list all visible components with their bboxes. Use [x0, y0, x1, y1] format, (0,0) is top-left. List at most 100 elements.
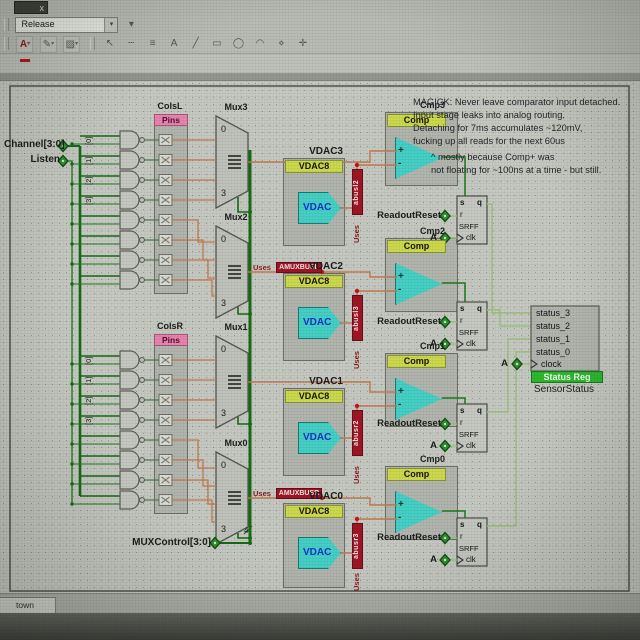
cmp3-plus: +	[398, 145, 404, 156]
line-tool-icon[interactable]: ╱	[188, 36, 203, 51]
cmp1-header: Comp	[387, 355, 446, 368]
toolbar-overflow-icon[interactable]: ▾	[124, 17, 139, 32]
bus-tool-icon[interactable]: ≡	[145, 36, 160, 51]
arc-tool-icon[interactable]: ◠	[252, 36, 267, 51]
bus-tap-label: [3]	[84, 407, 93, 425]
ellipse-tool-icon[interactable]: ◯	[231, 36, 246, 51]
mux2-title: Mux2	[216, 212, 256, 222]
toolbar-config: Release ▾ ▾	[0, 15, 640, 35]
annotation-line: Detaching for 7ms accumulates ~120mV,	[413, 122, 620, 135]
mux1-top-index: 0	[221, 344, 226, 354]
readoutreset-label[interactable]: ReadoutReset	[361, 418, 441, 429]
toolbar-grip3	[90, 37, 95, 50]
colsr-pins-block[interactable]	[154, 334, 188, 514]
clk-terminal-label[interactable]: A	[411, 338, 437, 349]
status-reg-input-3: status_3	[536, 308, 570, 318]
vdac2-header: VDAC8	[285, 275, 343, 288]
annotation-line: MAGICK: Never leave comparator input det…	[413, 96, 620, 109]
mux3-title: Mux3	[216, 102, 256, 112]
bus-tap-label: [2]	[84, 387, 93, 405]
clk-terminal-label[interactable]: A	[411, 232, 437, 243]
srff0-r: r	[460, 532, 463, 541]
select-tool-icon[interactable]: ↖	[102, 36, 117, 51]
colsr-pins-header: Pins	[154, 334, 188, 346]
status-reg-caption: SensorStatus	[534, 384, 594, 395]
readoutreset-label[interactable]: ReadoutReset	[361, 316, 441, 327]
srff0-clk: clk	[466, 555, 476, 564]
cmp3-minus: -	[398, 158, 401, 169]
muxcontrol-terminal-label[interactable]: MUXControl[3:0]	[121, 537, 211, 548]
srff3-name: SRFF	[459, 222, 479, 231]
status-clock-terminal-label[interactable]: A	[492, 358, 508, 369]
bus-tap-label: [0]	[84, 127, 93, 145]
bus-tap-label: [0]	[84, 347, 93, 365]
config-selector[interactable]: Release ▾	[15, 17, 118, 33]
colsl-pins-block[interactable]	[154, 114, 188, 294]
srff1-s: s	[460, 406, 464, 415]
srff0-q: q	[477, 520, 482, 529]
annotation-line: Input stage leaks into analog routing.	[413, 109, 620, 122]
polygon-tool-icon[interactable]: ⋄	[274, 36, 289, 51]
cmp2-plus: +	[398, 271, 404, 282]
srff1-q: q	[477, 406, 482, 415]
cmp1-minus: -	[398, 399, 401, 410]
status-reg-input-1: status_1	[536, 334, 570, 344]
chevron-down-icon[interactable]: ▾	[104, 18, 117, 32]
annotation-line: not floating for ~100ns at a time - but …	[413, 164, 620, 177]
vdac3-header: VDAC8	[285, 160, 343, 173]
config-selector-value: Release	[21, 19, 54, 29]
vdac0-uses-net-tag[interactable]: abusr3	[352, 523, 363, 569]
vdac0-header: VDAC8	[285, 505, 343, 518]
vdac1-uses-label: Uses	[352, 458, 361, 484]
cross-tool-icon[interactable]: ✛	[295, 36, 310, 51]
readoutreset-label[interactable]: ReadoutReset	[361, 532, 441, 543]
amuxbusr-uses-label: Uses	[253, 489, 271, 498]
bus-tap-label: [1]	[84, 367, 93, 385]
bus-width-marker: 4	[244, 526, 248, 535]
toolbar-grip2	[4, 37, 9, 50]
vdac1-title: VDAC1	[283, 376, 343, 387]
vdac0-uses-label: Uses	[352, 571, 361, 591]
srff2-q: q	[477, 304, 482, 313]
status-reg-input-2: status_2	[536, 321, 570, 331]
page-tabbar: town	[0, 593, 640, 614]
cmp2-minus: -	[398, 284, 401, 295]
bus-tap-label: [1]	[84, 147, 93, 165]
vdac0-title: VDAC0	[283, 491, 343, 502]
mux2-bottom-index: 3	[221, 298, 226, 308]
srff2-r: r	[460, 316, 463, 325]
text-tool-icon[interactable]: A	[167, 36, 182, 51]
cmp0-title: Cmp0	[385, 454, 445, 464]
clk-terminal-label[interactable]: A	[411, 440, 437, 451]
mux0-title: Mux0	[216, 438, 256, 448]
font-color-button[interactable]: A▾	[16, 36, 33, 53]
channel-terminal-label[interactable]: Channel[3:0]	[4, 139, 60, 150]
srff3-clk: clk	[466, 233, 476, 242]
colsl-title: ColsL	[150, 101, 190, 111]
wire-tool-icon[interactable]: ┄	[124, 36, 139, 51]
cmp0-minus: -	[398, 512, 401, 523]
psoc-creator-window: x Release ▾ ▾ A▾ ✎▾ ▨▾ ↖ ┄ ≡ A ╱ ▭ ◯ ◠ ⋄…	[0, 0, 640, 640]
fill-color-button[interactable]: ▨▾	[63, 36, 80, 53]
tabbar-shadow	[0, 73, 640, 81]
vdac1-uses-net-tag[interactable]: abusr2	[352, 410, 363, 456]
readoutreset-label[interactable]: ReadoutReset	[361, 210, 441, 221]
toolbar-grip	[4, 18, 9, 31]
pen-color-button[interactable]: ✎▾	[40, 36, 57, 53]
status-reg-footer[interactable]: Status Reg	[531, 371, 603, 383]
srff1-r: r	[460, 418, 463, 427]
mux2-top-index: 0	[221, 234, 226, 244]
cmp0-header: Comp	[387, 468, 446, 481]
bus-tap-label: [2]	[84, 167, 93, 185]
srff3-r: r	[460, 210, 463, 219]
vdac1-header: VDAC8	[285, 390, 343, 403]
mux3-bottom-index: 3	[221, 188, 226, 198]
mux1-bottom-index: 3	[221, 408, 226, 418]
vdac3-uses-net-tag[interactable]: abusl2	[352, 169, 363, 215]
rect-tool-icon[interactable]: ▭	[210, 36, 225, 51]
clk-terminal-label[interactable]: A	[411, 554, 437, 565]
annotation-line: ^ mostly because Comp+ was	[413, 151, 620, 164]
listen-terminal-label[interactable]: Listen	[4, 154, 60, 165]
magick-annotation: MAGICK: Never leave comparator input det…	[413, 96, 620, 177]
window-close-icon[interactable]: x	[14, 1, 48, 14]
